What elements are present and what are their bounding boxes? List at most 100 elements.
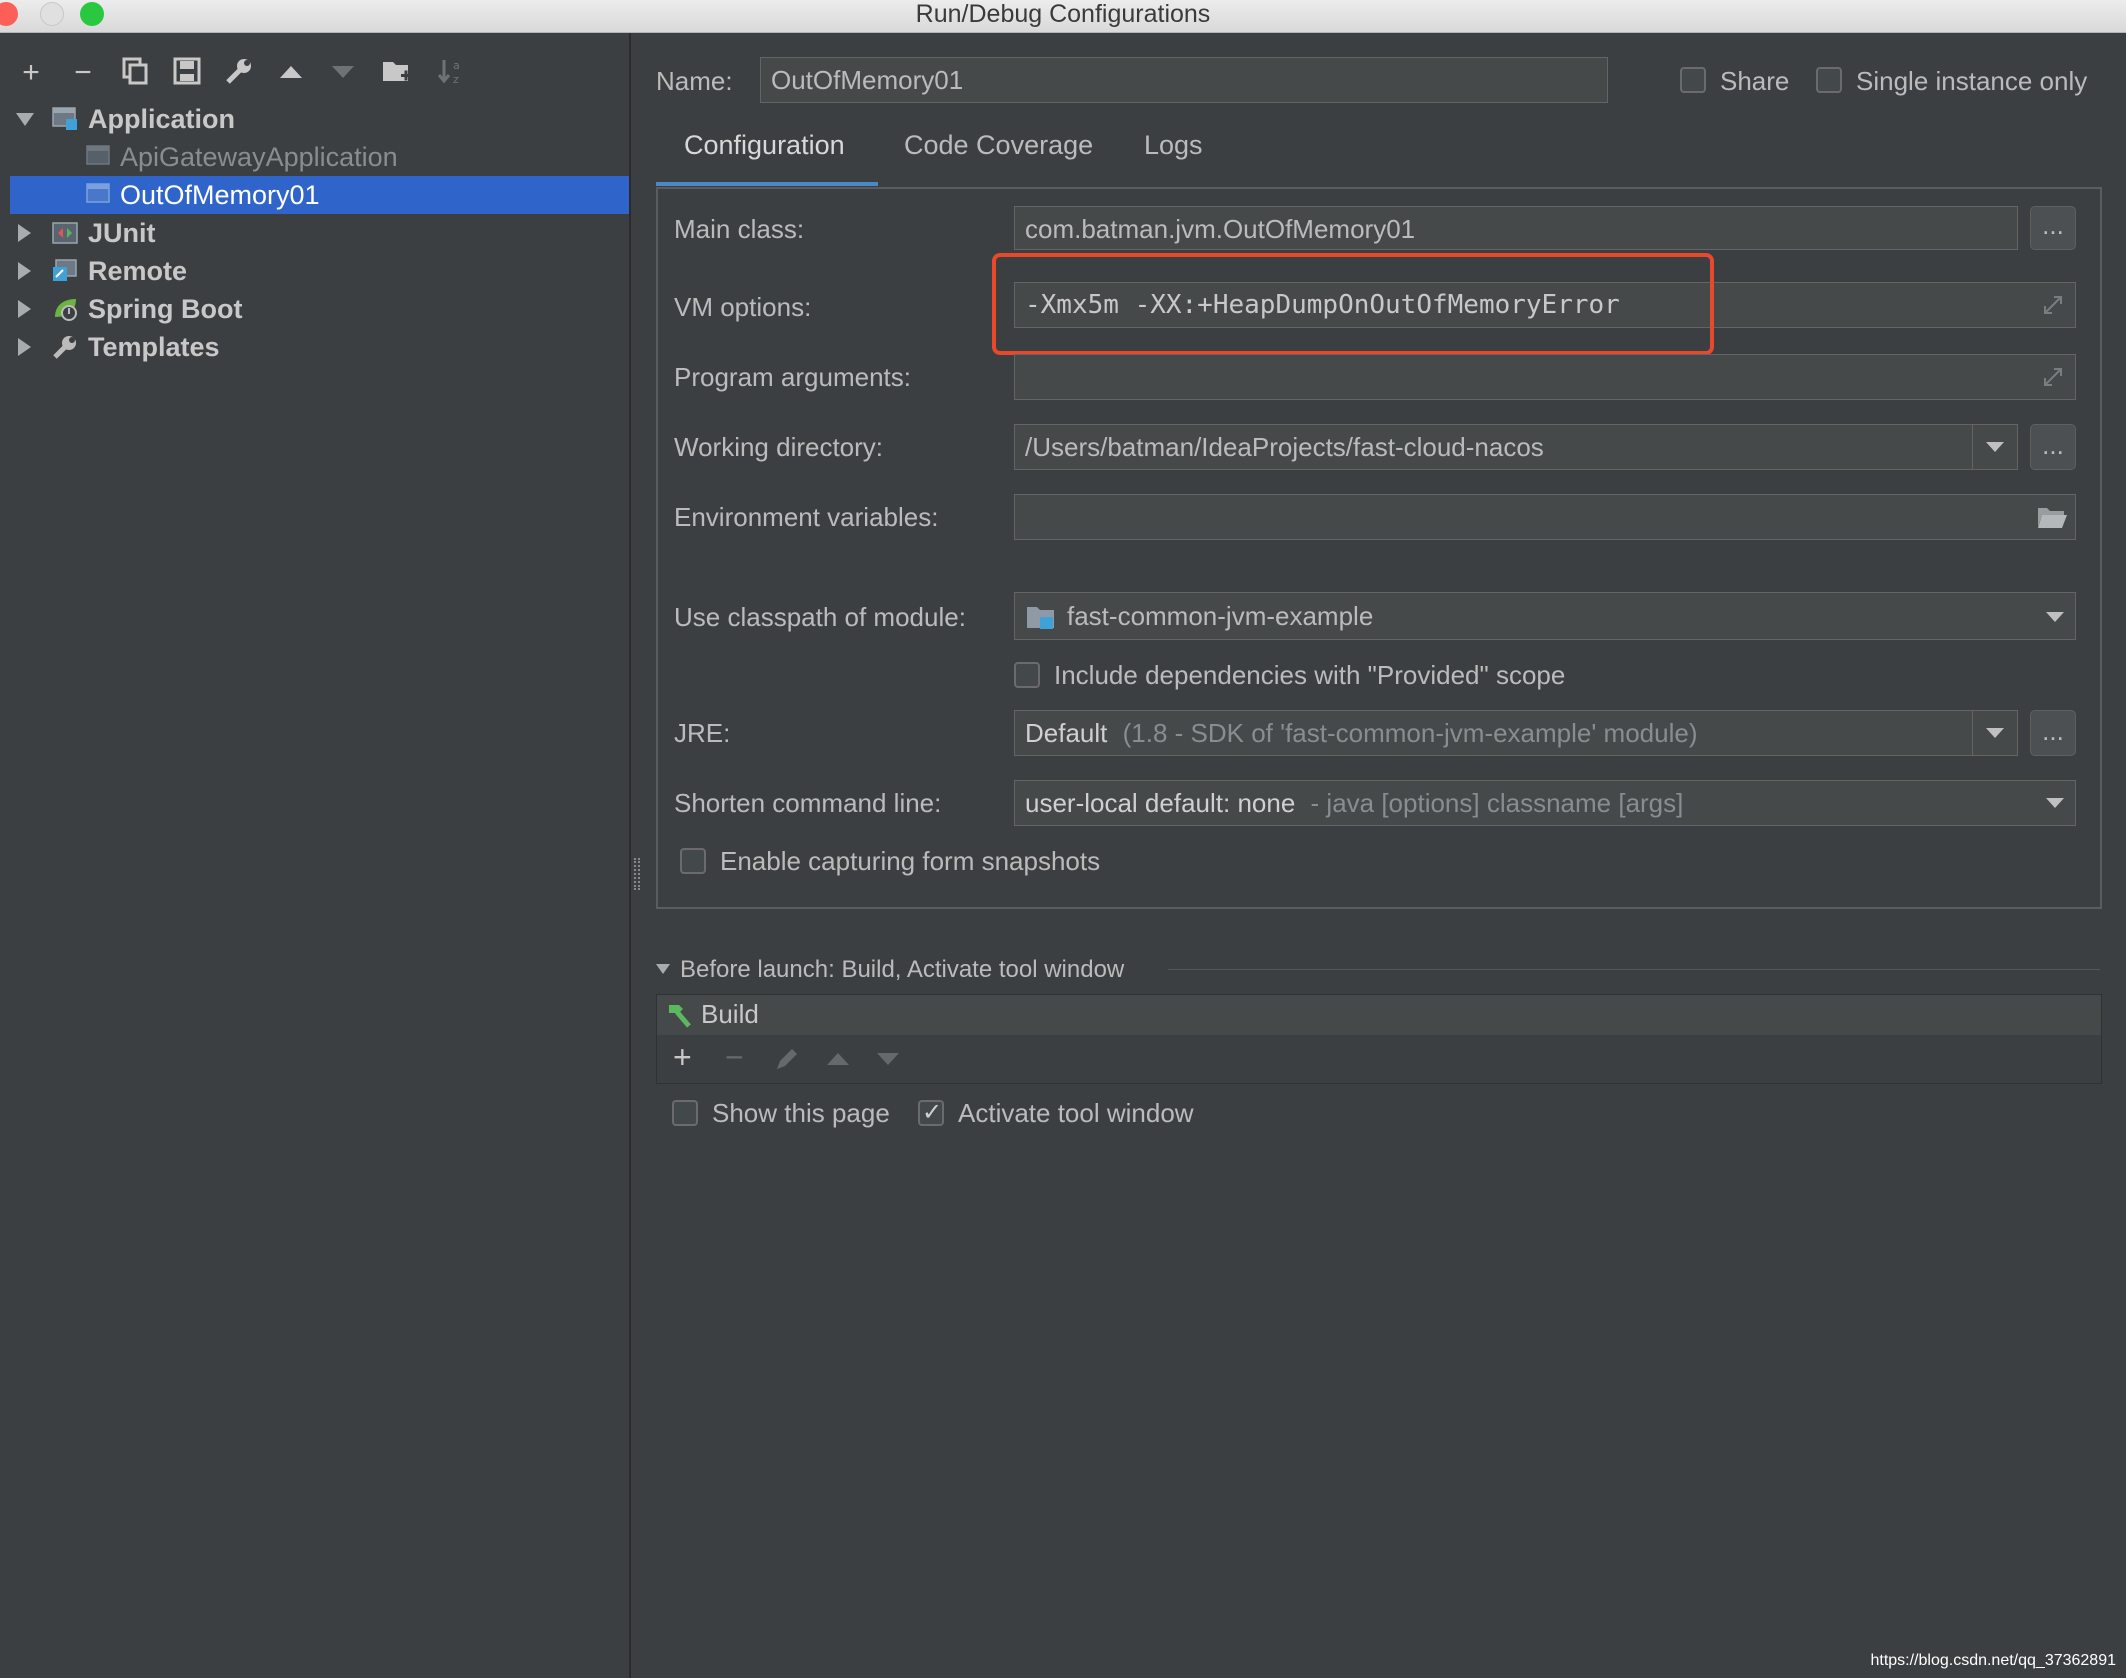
shorten-detail: - java [options] classname [args] — [1310, 788, 1684, 818]
tree-node-label: Remote — [88, 256, 188, 286]
folder-add-icon — [383, 62, 411, 81]
copy-icon — [122, 57, 148, 85]
jre-browse-button[interactable]: ... — [2030, 710, 2076, 756]
main-class-browse-button[interactable]: ... — [2030, 206, 2076, 250]
jre-select[interactable]: Default (1.8 - SDK of 'fast-common-jvm-e… — [1014, 710, 2018, 756]
jre-label: JRE: — [674, 718, 731, 748]
move-down-button[interactable] — [326, 56, 360, 90]
arrow-down-icon — [332, 66, 354, 78]
arrow-up-icon — [280, 66, 302, 78]
chevron-down-icon[interactable] — [1986, 728, 2004, 738]
collapse-arrow-icon[interactable] — [16, 113, 34, 126]
activate-tool-window-label: Activate tool window — [958, 1098, 1194, 1128]
application-icon — [52, 107, 77, 130]
create-folder-button[interactable] — [380, 56, 414, 90]
shorten-command-line-select[interactable]: user-local default: none - java [options… — [1014, 780, 2076, 826]
move-task-down-icon[interactable] — [875, 1049, 901, 1069]
tab-code-coverage[interactable]: Code Coverage — [904, 130, 1093, 161]
window-title: Run/Debug Configurations — [915, 0, 1211, 28]
expand-arrow-icon[interactable] — [18, 300, 31, 318]
expand-arrow-icon[interactable] — [18, 224, 31, 242]
tree-node-spring-boot[interactable]: Spring Boot — [10, 290, 629, 328]
program-arguments-input[interactable] — [1014, 354, 2076, 400]
edit-defaults-button[interactable] — [222, 56, 256, 90]
build-item-label: Build — [701, 999, 759, 1029]
add-configuration-button[interactable]: + — [14, 56, 48, 90]
tree-node-outofmemory01[interactable]: OutOfMemory01 — [10, 176, 629, 214]
list-item[interactable]: Build — [657, 995, 2101, 1035]
shorten-value: user-local default: none — [1025, 788, 1296, 818]
main-class-input[interactable]: com.batman.jvm.OutOfMemory01 — [1014, 206, 2018, 250]
watermark-text: https://blog.csdn.net/qq_37362891 — [1870, 1652, 2116, 1669]
classpath-module-select[interactable]: fast-common-jvm-example — [1014, 592, 2076, 640]
tree-node-remote[interactable]: Remote — [10, 252, 629, 290]
sort-configurations-button[interactable]: az — [434, 56, 468, 90]
show-this-page-label: Show this page — [712, 1098, 890, 1128]
show-this-page-checkbox[interactable] — [672, 1100, 698, 1126]
jre-value: Default — [1025, 718, 1108, 748]
share-checkbox[interactable] — [1680, 67, 1706, 93]
include-provided-label: Include dependencies with "Provided" sco… — [1054, 660, 1566, 690]
wrench-icon — [226, 59, 251, 84]
remote-icon — [53, 259, 77, 281]
environment-variables-input[interactable] — [1014, 494, 2076, 540]
working-directory-label: Working directory: — [674, 432, 884, 462]
remove-configuration-button[interactable]: − — [66, 56, 100, 90]
vm-options-label: VM options: — [674, 292, 812, 322]
tree-node-label: Spring Boot — [88, 294, 243, 324]
tab-logs[interactable]: Logs — [1144, 130, 1203, 161]
tree-node-label: OutOfMemory01 — [120, 180, 320, 210]
collapse-before-launch-icon[interactable] — [656, 964, 670, 974]
tree-node-application[interactable]: Application — [10, 100, 629, 138]
expand-arrow-icon[interactable] — [18, 338, 31, 356]
wrench-icon — [53, 336, 76, 359]
remove-task-button[interactable]: − — [725, 1039, 744, 1075]
tab-configuration[interactable]: Configuration — [684, 130, 845, 161]
chevron-down-icon[interactable] — [1986, 442, 2004, 452]
dropdown-separator — [1972, 711, 1973, 755]
expand-icon[interactable] — [2042, 366, 2064, 388]
single-instance-checkbox[interactable] — [1816, 67, 1842, 93]
copy-configuration-button[interactable] — [118, 56, 152, 90]
window-titlebar: Run/Debug Configurations — [0, 0, 2126, 33]
capture-snapshots-checkbox[interactable] — [680, 848, 706, 874]
chevron-down-icon[interactable] — [2046, 798, 2064, 808]
chevron-down-icon[interactable] — [2046, 612, 2064, 622]
folder-open-icon[interactable] — [2036, 504, 2068, 530]
before-launch-list: Build + − — [656, 994, 2102, 1084]
working-directory-input[interactable]: /Users/batman/IdeaProjects/fast-cloud-na… — [1014, 424, 2018, 470]
move-up-button[interactable] — [274, 56, 308, 90]
name-label: Name: — [656, 66, 733, 96]
section-divider — [1168, 969, 2100, 970]
shorten-command-line-label: Shorten command line: — [674, 788, 942, 818]
add-task-button[interactable]: + — [673, 1039, 692, 1075]
activate-tool-window-checkbox[interactable] — [918, 1098, 944, 1127]
spring-boot-icon — [55, 299, 77, 321]
tree-node-apigatewayapplication[interactable]: ApiGatewayApplication — [10, 138, 629, 176]
tree-node-templates[interactable]: Templates — [10, 328, 629, 366]
expand-icon[interactable] — [2042, 294, 2064, 316]
svg-text:a: a — [453, 59, 460, 72]
include-provided-checkbox[interactable] — [1014, 662, 1040, 688]
application-config-icon — [86, 145, 110, 165]
move-task-up-icon[interactable] — [825, 1049, 851, 1069]
tree-node-junit[interactable]: JUnit — [10, 214, 629, 252]
capture-snapshots-label: Enable capturing form snapshots — [720, 846, 1101, 876]
single-instance-label: Single instance only — [1856, 66, 2088, 96]
working-directory-browse-button[interactable]: ... — [2030, 424, 2076, 470]
hammer-icon — [669, 1005, 691, 1028]
sort-alpha-icon: az — [437, 59, 460, 86]
active-tab-indicator — [656, 182, 878, 186]
junit-icon — [52, 222, 78, 244]
vm-options-highlight — [992, 253, 1714, 355]
edit-task-icon[interactable] — [773, 1045, 801, 1073]
name-input[interactable]: OutOfMemory01 — [760, 57, 1608, 103]
dropdown-separator — [1972, 425, 1973, 469]
expand-arrow-icon[interactable] — [18, 262, 31, 280]
before-launch-header: Before launch: Build, Activate tool wind… — [680, 956, 1125, 983]
save-configuration-button[interactable] — [170, 56, 204, 90]
save-icon — [173, 57, 201, 85]
jre-detail: (1.8 - SDK of 'fast-common-jvm-example' … — [1122, 718, 1698, 748]
tree-node-label: JUnit — [88, 218, 156, 248]
pane-splitter[interactable] — [634, 858, 640, 890]
